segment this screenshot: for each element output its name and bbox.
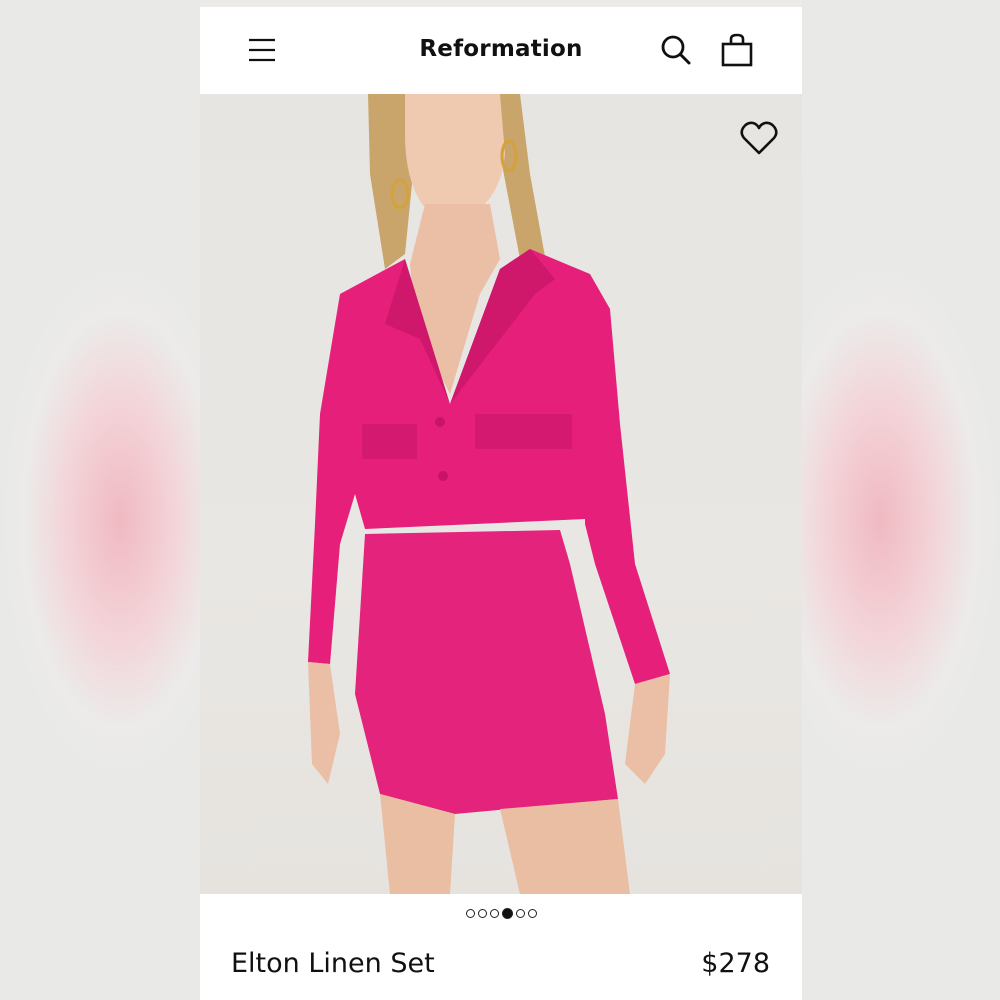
brand-logo[interactable]: Reformation xyxy=(200,36,802,62)
product-screen: Reformation Elton Linen Set $278 xyxy=(200,0,802,1000)
search-icon[interactable] xyxy=(660,34,692,66)
shopping-bag-icon[interactable] xyxy=(720,33,754,67)
app-header: Reformation xyxy=(200,7,802,94)
blurred-background-left xyxy=(0,0,200,1000)
pagination-dot[interactable] xyxy=(477,908,487,918)
heart-icon[interactable] xyxy=(740,120,778,156)
product-image[interactable] xyxy=(200,94,802,894)
model-illustration xyxy=(308,94,670,894)
blurred-background-right xyxy=(800,0,1000,1000)
pagination-dot-active[interactable] xyxy=(501,907,513,919)
product-price: $278 xyxy=(701,948,770,979)
product-name: Elton Linen Set xyxy=(231,948,435,979)
pagination-dot[interactable] xyxy=(527,908,537,918)
gallery-pagination xyxy=(200,905,802,921)
pagination-dot[interactable] xyxy=(465,908,475,918)
status-bar xyxy=(200,0,802,7)
pagination-dot[interactable] xyxy=(489,908,499,918)
pagination-dot[interactable] xyxy=(515,908,525,918)
